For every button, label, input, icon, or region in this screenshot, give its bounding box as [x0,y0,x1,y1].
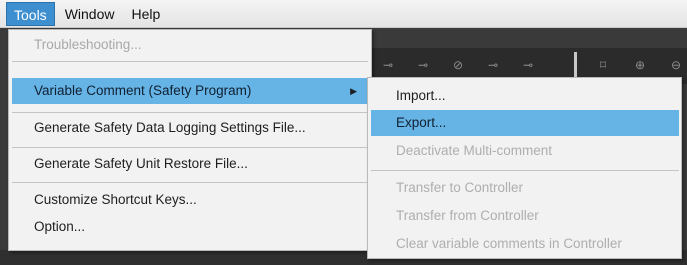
submenu-separator [371,170,679,171]
ladder-icon-4[interactable]: ⊸ [485,58,501,72]
ladder-icon-5[interactable]: ⊸ [520,58,536,72]
ladder-icon-1[interactable]: ⊸ [380,58,396,72]
menu-item-label: Generate Safety Data Logging Settings Fi… [34,120,306,135]
fit-icon[interactable]: ⌑ [595,58,611,72]
menu-item-label: Generate Safety Unit Restore File... [34,156,248,171]
menu-item-troubleshooting: Troubleshooting... [12,32,368,58]
submenu-item-transfer-to-controller: Transfer to Controller [371,175,679,201]
submenu-item-import[interactable]: Import... [371,83,679,109]
menu-window[interactable]: Window [58,2,122,26]
menu-separator [12,112,368,113]
menu-separator [12,147,368,148]
menu-separator [12,182,368,183]
ladder-icon-3[interactable]: ⊘ [450,58,466,72]
menu-item-customize-shortcuts[interactable]: Customize Shortcut Keys... [12,187,368,213]
menu-bar: Tools Window Help [0,0,687,28]
submenu-item-deactivate-multicomment: Deactivate Multi-comment [371,138,679,164]
submenu-item-label: Transfer to Controller [396,180,524,195]
variable-comment-submenu: Import... Export... Deactivate Multi-com… [367,77,682,259]
submenu-arrow-icon: ▶ [350,86,357,96]
menu-item-generate-restore-file[interactable]: Generate Safety Unit Restore File... [12,151,368,177]
submenu-item-label: Import... [396,88,446,103]
submenu-item-label: Export... [396,115,447,130]
menu-item-label: Customize Shortcut Keys... [34,192,197,207]
menu-item-variable-comment[interactable]: Variable Comment (Safety Program) ▶ [12,78,368,104]
submenu-item-transfer-from-controller: Transfer from Controller [371,203,679,229]
menu-item-label: Troubleshooting... [34,37,142,52]
submenu-item-label: Clear variable comments in Controller [396,236,622,251]
menu-item-generate-logging-settings[interactable]: Generate Safety Data Logging Settings Fi… [12,115,368,141]
submenu-item-label: Deactivate Multi-comment [396,143,553,158]
toolbar-separator [574,52,577,80]
submenu-item-label: Transfer from Controller [396,208,539,223]
menu-item-option[interactable]: Option... [12,214,368,240]
menu-help[interactable]: Help [124,2,167,26]
menu-item-label: Option... [34,219,86,234]
menu-item-label: Variable Comment (Safety Program) [34,83,252,98]
zoom-in-icon[interactable]: ⊕ [632,58,648,72]
menu-separator [12,61,368,62]
zoom-out-icon[interactable]: ⊖ [668,58,684,72]
submenu-item-export[interactable]: Export... [371,110,679,136]
submenu-item-clear-comments: Clear variable comments in Controller [371,231,679,257]
tools-menu: Troubleshooting... Variable Comment (Saf… [8,29,372,251]
ladder-icon-2[interactable]: ⊸ [415,58,431,72]
menu-tools[interactable]: Tools [6,1,55,26]
